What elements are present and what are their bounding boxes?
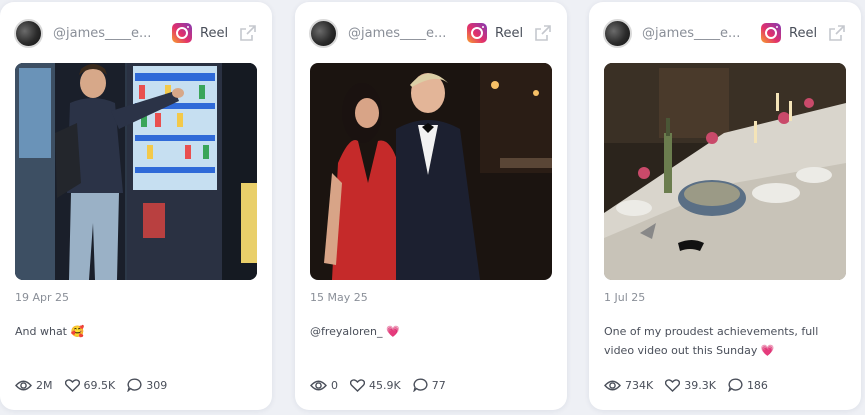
post-card[interactable]: @james____e... Reel 15 May 25 @freyalore… (295, 2, 567, 410)
caption-emoji: 💗 (385, 325, 400, 338)
card-header: @james____e... Reel (14, 18, 258, 48)
platform-label: Reel (200, 25, 229, 41)
instagram-icon (761, 23, 781, 43)
post-thumbnail[interactable] (310, 63, 552, 280)
post-caption: @freyaloren_ 💗 (310, 322, 553, 341)
views-count: 2M (36, 378, 53, 392)
heart-icon (665, 378, 681, 392)
post-stats: 734K 39.3K 186 (604, 378, 780, 392)
comments-count: 186 (746, 378, 768, 392)
caption-text: One of my proudest achievements, full vi… (604, 325, 819, 357)
comments-stat: 77 (412, 378, 446, 392)
external-link-icon[interactable] (238, 23, 258, 43)
post-stats: 2M 69.5K 309 (15, 378, 179, 392)
heart-icon (350, 378, 365, 392)
comment-icon (728, 378, 743, 392)
avatar[interactable] (14, 18, 43, 48)
card-header: @james____e... Reel (603, 18, 847, 48)
external-link-icon[interactable] (533, 23, 553, 43)
instagram-icon (467, 23, 487, 43)
avatar[interactable] (309, 18, 338, 48)
caption-emoji: 💗 (760, 344, 775, 357)
platform-label: Reel (789, 25, 818, 41)
username[interactable]: @james____e... (348, 26, 458, 41)
post-stats: 0 45.9K 77 (310, 378, 458, 392)
post-card[interactable]: @james____e... Reel 19 Apr 25 And what 🥰… (0, 2, 272, 410)
platform-label: Reel (495, 25, 524, 41)
views-count: 734K (625, 378, 654, 392)
instagram-icon (172, 23, 192, 43)
post-date: 1 Jul 25 (604, 291, 646, 304)
likes-stat: 39.3K (665, 379, 716, 392)
views-count: 0 (331, 378, 338, 392)
eye-icon (15, 380, 32, 390)
likes-stat: 69.5K (64, 378, 116, 392)
external-link-icon[interactable] (827, 23, 847, 43)
likes-count: 39.3K (684, 378, 716, 392)
post-caption: And what 🥰 (15, 322, 258, 341)
avatar[interactable] (603, 18, 632, 48)
post-date: 15 May 25 (310, 291, 368, 304)
comments-count: 309 (146, 378, 168, 392)
views-stat: 734K (604, 379, 653, 392)
heart-icon (64, 378, 80, 392)
caption-text: And what (15, 325, 67, 338)
comment-icon (412, 378, 428, 392)
comments-stat: 309 (127, 378, 167, 392)
post-date: 19 Apr 25 (15, 291, 70, 304)
comments-count: 77 (431, 378, 446, 392)
likes-count: 69.5K (83, 378, 116, 392)
comments-stat: 186 (728, 378, 768, 392)
eye-icon (604, 380, 621, 390)
post-thumbnail[interactable] (15, 63, 257, 280)
eye-icon (310, 380, 327, 390)
views-stat: 2M (15, 379, 53, 392)
views-stat: 0 (310, 379, 338, 392)
post-caption: One of my proudest achievements, full vi… (604, 322, 847, 360)
post-card[interactable]: @james____e... Reel 1 Jul 25 One of my p… (589, 2, 861, 410)
username[interactable]: @james____e... (53, 26, 163, 41)
post-thumbnail[interactable] (604, 63, 846, 280)
username[interactable]: @james____e... (642, 26, 752, 41)
comment-icon (127, 378, 142, 392)
caption-emoji: 🥰 (70, 325, 85, 338)
card-header: @james____e... Reel (309, 18, 553, 48)
caption-text: @freyaloren_ (310, 325, 383, 338)
likes-stat: 45.9K (350, 379, 401, 392)
likes-count: 45.9K (369, 378, 401, 392)
